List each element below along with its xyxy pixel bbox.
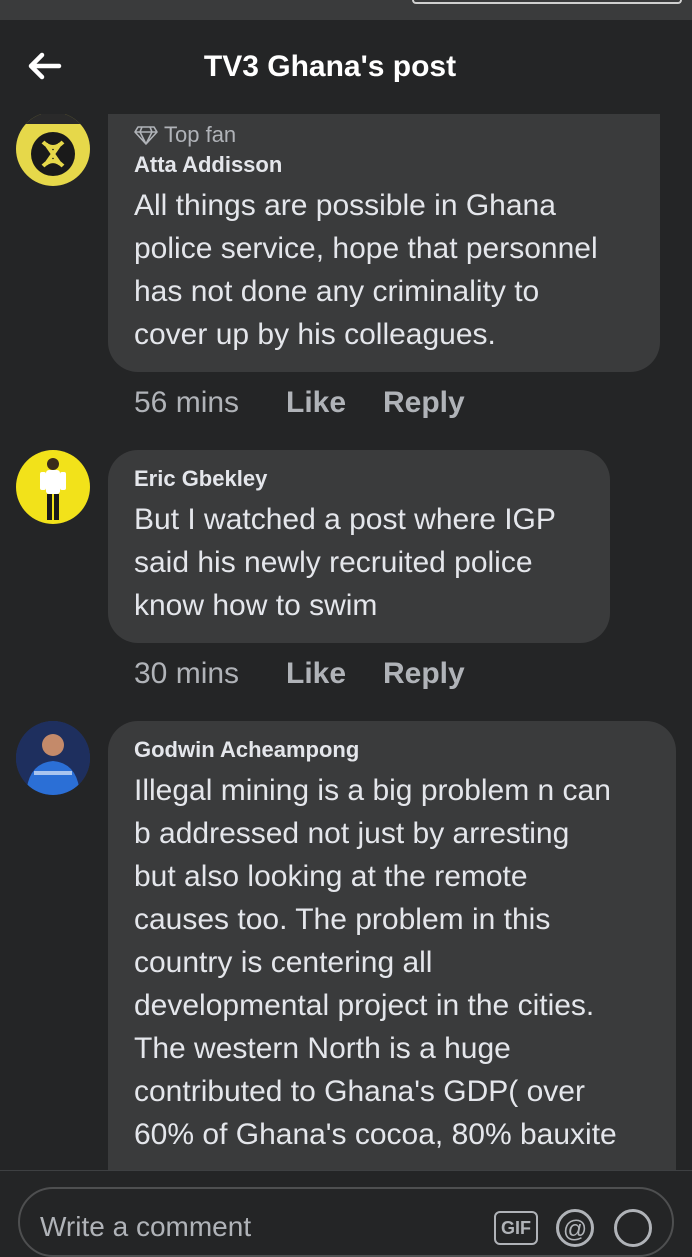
page-title: TV3 Ghana's post [203, 50, 457, 83]
reply-button[interactable]: Reply [383, 657, 465, 691]
comment-text: All things are possible in Ghana police … [134, 189, 598, 351]
comment-composer-bar: Write a comment GIF @ [0, 1170, 692, 1257]
emoji-icon[interactable] [614, 1209, 652, 1247]
comment-text: But I watched a post where IGP said his … [134, 503, 556, 622]
gif-button[interactable]: GIF [494, 1211, 538, 1245]
comment-actions: 56 mins Like Reply [134, 386, 465, 420]
comment-time[interactable]: 56 mins [134, 386, 286, 420]
comment-actions: 30 mins Like Reply [134, 657, 465, 691]
comment-text: Illegal mining is a big problem n can b … [134, 774, 617, 1151]
comment-author[interactable]: Eric Gbekley [134, 464, 584, 494]
reply-button[interactable]: Reply [383, 386, 465, 420]
comment-bubble[interactable]: Top fan Atta Addisson All things are pos… [108, 114, 660, 372]
top-fan-badge: Top fan [134, 120, 634, 150]
comment-author[interactable]: Godwin Acheampong [134, 735, 650, 765]
status-bar [0, 0, 692, 20]
comment-author[interactable]: Atta Addisson [134, 150, 634, 180]
comment-input[interactable]: Write a comment GIF @ [18, 1187, 674, 1257]
avatar[interactable] [16, 114, 90, 186]
comment-list[interactable]: Top fan Atta Addisson All things are pos… [0, 114, 692, 1170]
diamond-icon [134, 126, 158, 145]
avatar[interactable] [16, 450, 90, 524]
comment-placeholder: Write a comment [40, 1211, 252, 1242]
comment-bubble[interactable]: Godwin Acheampong Illegal mining is a bi… [108, 721, 676, 1170]
avatar[interactable] [16, 721, 90, 795]
like-button[interactable]: Like [286, 657, 383, 691]
header: TV3 Ghana's post [0, 20, 692, 114]
comment-time[interactable]: 30 mins [134, 657, 286, 691]
mention-button[interactable]: @ [556, 1209, 594, 1247]
like-button[interactable]: Like [286, 386, 383, 420]
comment-bubble[interactable]: Eric Gbekley But I watched a post where … [108, 450, 610, 643]
